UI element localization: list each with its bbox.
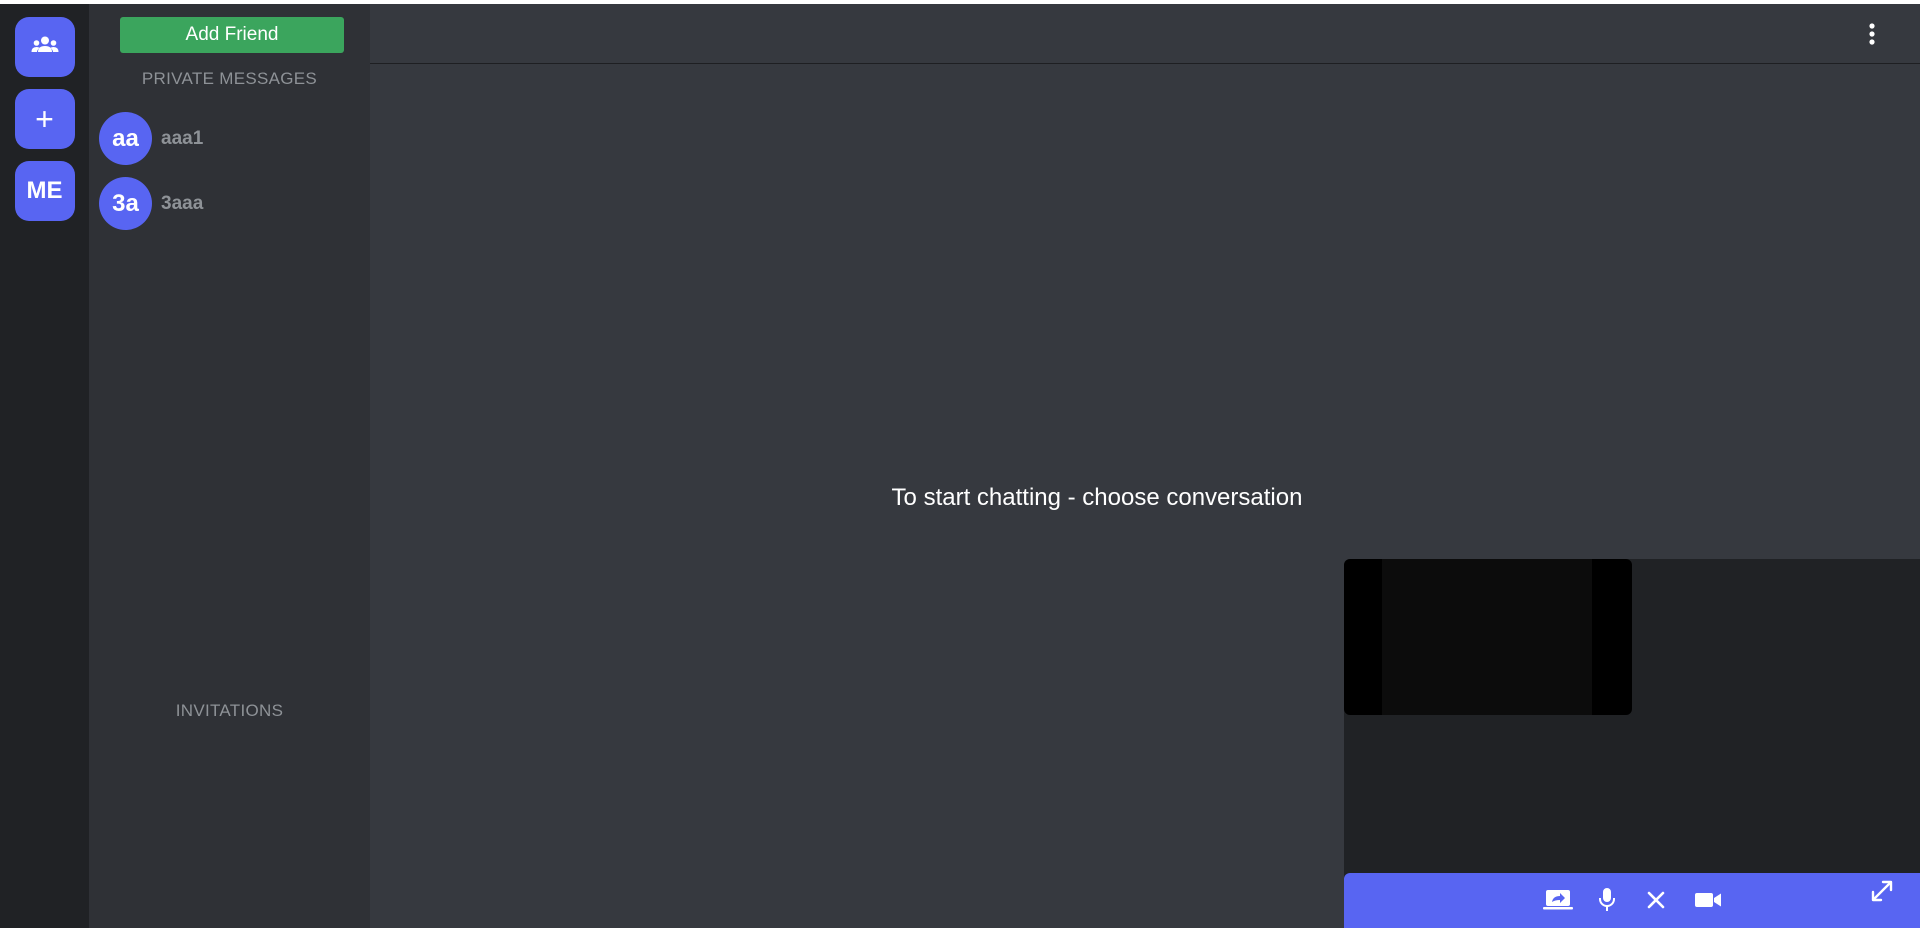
call-controls	[1344, 873, 1920, 928]
app: + ME Add Friend PRIVATE MESSAGES aa aaa1…	[0, 4, 1920, 928]
camera-icon[interactable]	[1690, 883, 1726, 917]
plus-icon: +	[35, 101, 54, 137]
main-area: To start chatting - choose conversation	[370, 4, 1920, 928]
microphone-icon[interactable]	[1589, 883, 1625, 917]
conversation-name: aaa1	[161, 127, 204, 149]
avatar: 3a	[99, 177, 152, 230]
me-button[interactable]: ME	[14, 161, 75, 221]
expand-icon[interactable]	[1864, 874, 1900, 908]
conversation-item[interactable]: 3a 3aaa	[99, 171, 203, 236]
video-stream	[1382, 559, 1592, 715]
conversation-list: aa aaa1 3a 3aaa	[99, 106, 203, 236]
sidebar: Add Friend PRIVATE MESSAGES aa aaa1 3a 3…	[89, 4, 370, 928]
add-server-button[interactable]: +	[14, 89, 75, 149]
group-icon	[31, 35, 59, 60]
friends-button[interactable]	[14, 17, 75, 77]
add-friend-button[interactable]: Add Friend	[120, 17, 344, 53]
top-bar	[370, 4, 1920, 64]
conversation-name: 3aaa	[161, 192, 204, 214]
call-panel	[1344, 559, 1920, 928]
invitations-title: INVITATIONS	[175, 701, 284, 720]
empty-state-message: To start chatting - choose conversation	[891, 484, 1303, 511]
hang-up-icon[interactable]	[1638, 883, 1674, 917]
kebab-menu-icon[interactable]	[1860, 20, 1884, 48]
server-rail: + ME	[0, 4, 89, 928]
conversation-item[interactable]: aa aaa1	[99, 106, 203, 171]
private-messages-title: PRIVATE MESSAGES	[141, 69, 318, 88]
avatar: aa	[99, 112, 152, 165]
share-screen-icon[interactable]	[1540, 883, 1576, 917]
video-tile	[1344, 559, 1632, 715]
me-label: ME	[26, 177, 63, 204]
